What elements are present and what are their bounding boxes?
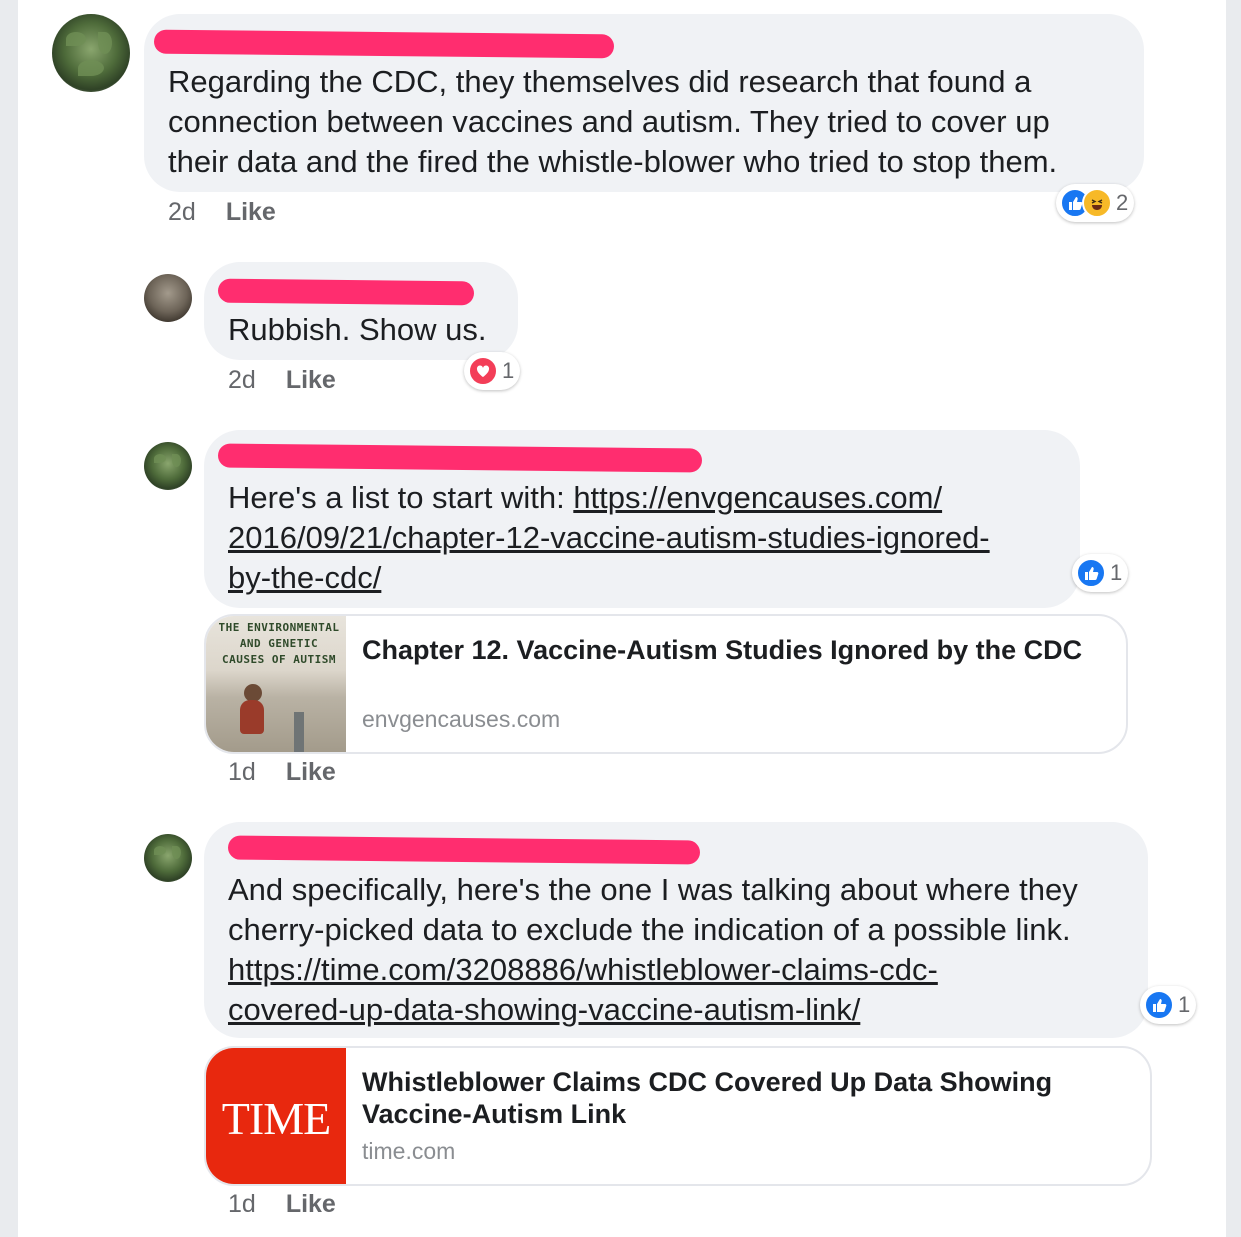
comment-body: And specifically, here's the one I was t…: [228, 872, 1078, 947]
time-logo-thumbnail: TIME: [206, 1048, 346, 1184]
redacted-author-name: [217, 278, 475, 306]
redacted-author-name: [217, 443, 703, 473]
commenter-avatar[interactable]: [144, 834, 192, 882]
comment-link-line[interactable]: https://envgencauses.com/: [573, 480, 942, 515]
comment-timestamp[interactable]: 1d: [228, 1190, 256, 1218]
haha-reaction-icon: [1082, 188, 1112, 218]
thumbnail-text: THE ENVIRONMENTAL AND GENETIC CAUSES OF …: [218, 621, 340, 666]
link-preview-card[interactable]: THE ENVIRONMENTAL AND GENETIC CAUSES OF …: [204, 614, 1128, 754]
reaction-count: 1: [1110, 560, 1123, 585]
reaction-summary[interactable]: 1: [464, 352, 521, 390]
like-button[interactable]: Like: [286, 1190, 336, 1218]
commenter-avatar[interactable]: [144, 274, 192, 322]
preview-domain: envgencauses.com: [362, 706, 561, 732]
comment-meta: 1d Like: [228, 1190, 336, 1219]
comment-link-line[interactable]: covered-up-data-showing-vaccine-autism-l…: [228, 992, 860, 1027]
comment-text-prefix: Here's a list to start with:: [228, 480, 574, 515]
time-logo: TIME: [221, 1093, 331, 1144]
comment-link-line[interactable]: by-the-cdc/: [228, 560, 381, 595]
like-reaction-icon: [1144, 990, 1174, 1020]
reaction-summary[interactable]: 2: [1056, 184, 1135, 222]
comment-link-line[interactable]: https://time.com/3208886/whistleblower-c…: [228, 952, 938, 987]
comment-timestamp[interactable]: 2d: [228, 366, 256, 394]
reaction-summary[interactable]: 1: [1140, 986, 1197, 1024]
redacted-author-name: [227, 835, 701, 865]
book-cover-thumbnail: THE ENVIRONMENTAL AND GENETIC CAUSES OF …: [206, 616, 346, 752]
link-preview-card[interactable]: TIME Whistleblower Claims CDC Covered Up…: [204, 1046, 1152, 1186]
comment-text: And specifically, here's the one I was t…: [228, 870, 1078, 1030]
comment-text: Here's a list to start with: https://env…: [228, 478, 990, 598]
comment-meta: 1d Like: [228, 758, 336, 787]
preview-domain: time.com: [362, 1138, 456, 1164]
comment-link-line[interactable]: 2016/09/21/chapter-12-vaccine-autism-stu…: [228, 520, 990, 555]
like-button[interactable]: Like: [226, 198, 276, 226]
comment-timestamp[interactable]: 1d: [228, 758, 256, 786]
reaction-count: 1: [502, 358, 515, 383]
like-button[interactable]: Like: [286, 758, 336, 786]
redacted-author-name: [153, 29, 615, 59]
comment-timestamp[interactable]: 2d: [168, 198, 196, 226]
preview-title[interactable]: Whistleblower Claims CDC Covered Up Data…: [362, 1066, 1110, 1130]
reaction-count: 2: [1116, 190, 1129, 215]
commenter-avatar[interactable]: [144, 442, 192, 490]
comment-text: Rubbish. Show us.: [228, 312, 487, 347]
reaction-summary[interactable]: 1: [1072, 554, 1129, 592]
comment-text: Regarding the CDC, they themselves did r…: [168, 64, 1058, 179]
like-button[interactable]: Like: [286, 366, 336, 394]
like-reaction-icon: [1076, 558, 1106, 588]
preview-title[interactable]: Chapter 12. Vaccine-Autism Studies Ignor…: [362, 634, 1086, 666]
reaction-count: 1: [1178, 992, 1191, 1017]
commenter-avatar[interactable]: [52, 14, 130, 92]
comment-meta: 2d Like: [168, 198, 276, 227]
love-reaction-icon: [468, 356, 498, 386]
comment-meta: 2d Like: [228, 366, 336, 395]
